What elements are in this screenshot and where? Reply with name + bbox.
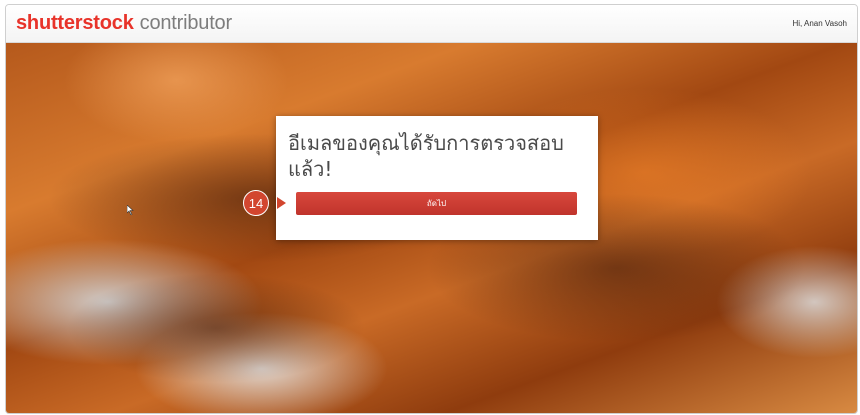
brand-subtitle: contributor [139,12,232,34]
shutterstock-logo[interactable]: shutterstock contributor [16,12,232,35]
user-greeting[interactable]: Hi, Anan Vasoh [792,19,847,28]
dune-shadow [66,273,366,383]
verification-message: อีเมลของคุณได้รับการตรวจสอบแล้ว! [288,131,564,181]
email-verified-dialog: อีเมลของคุณได้รับการตรวจสอบแล้ว! ถัดไป [276,116,598,240]
brand-name: shutterstock [16,12,134,34]
top-navbar: shutterstock contributor Hi, Anan Vasoh [6,5,857,43]
mouse-cursor-icon [127,205,134,215]
step-arrow-icon [277,197,286,209]
next-button[interactable]: ถัดไป [296,192,577,215]
step-marker: 14 [243,190,273,216]
step-number-badge: 14 [243,190,269,216]
